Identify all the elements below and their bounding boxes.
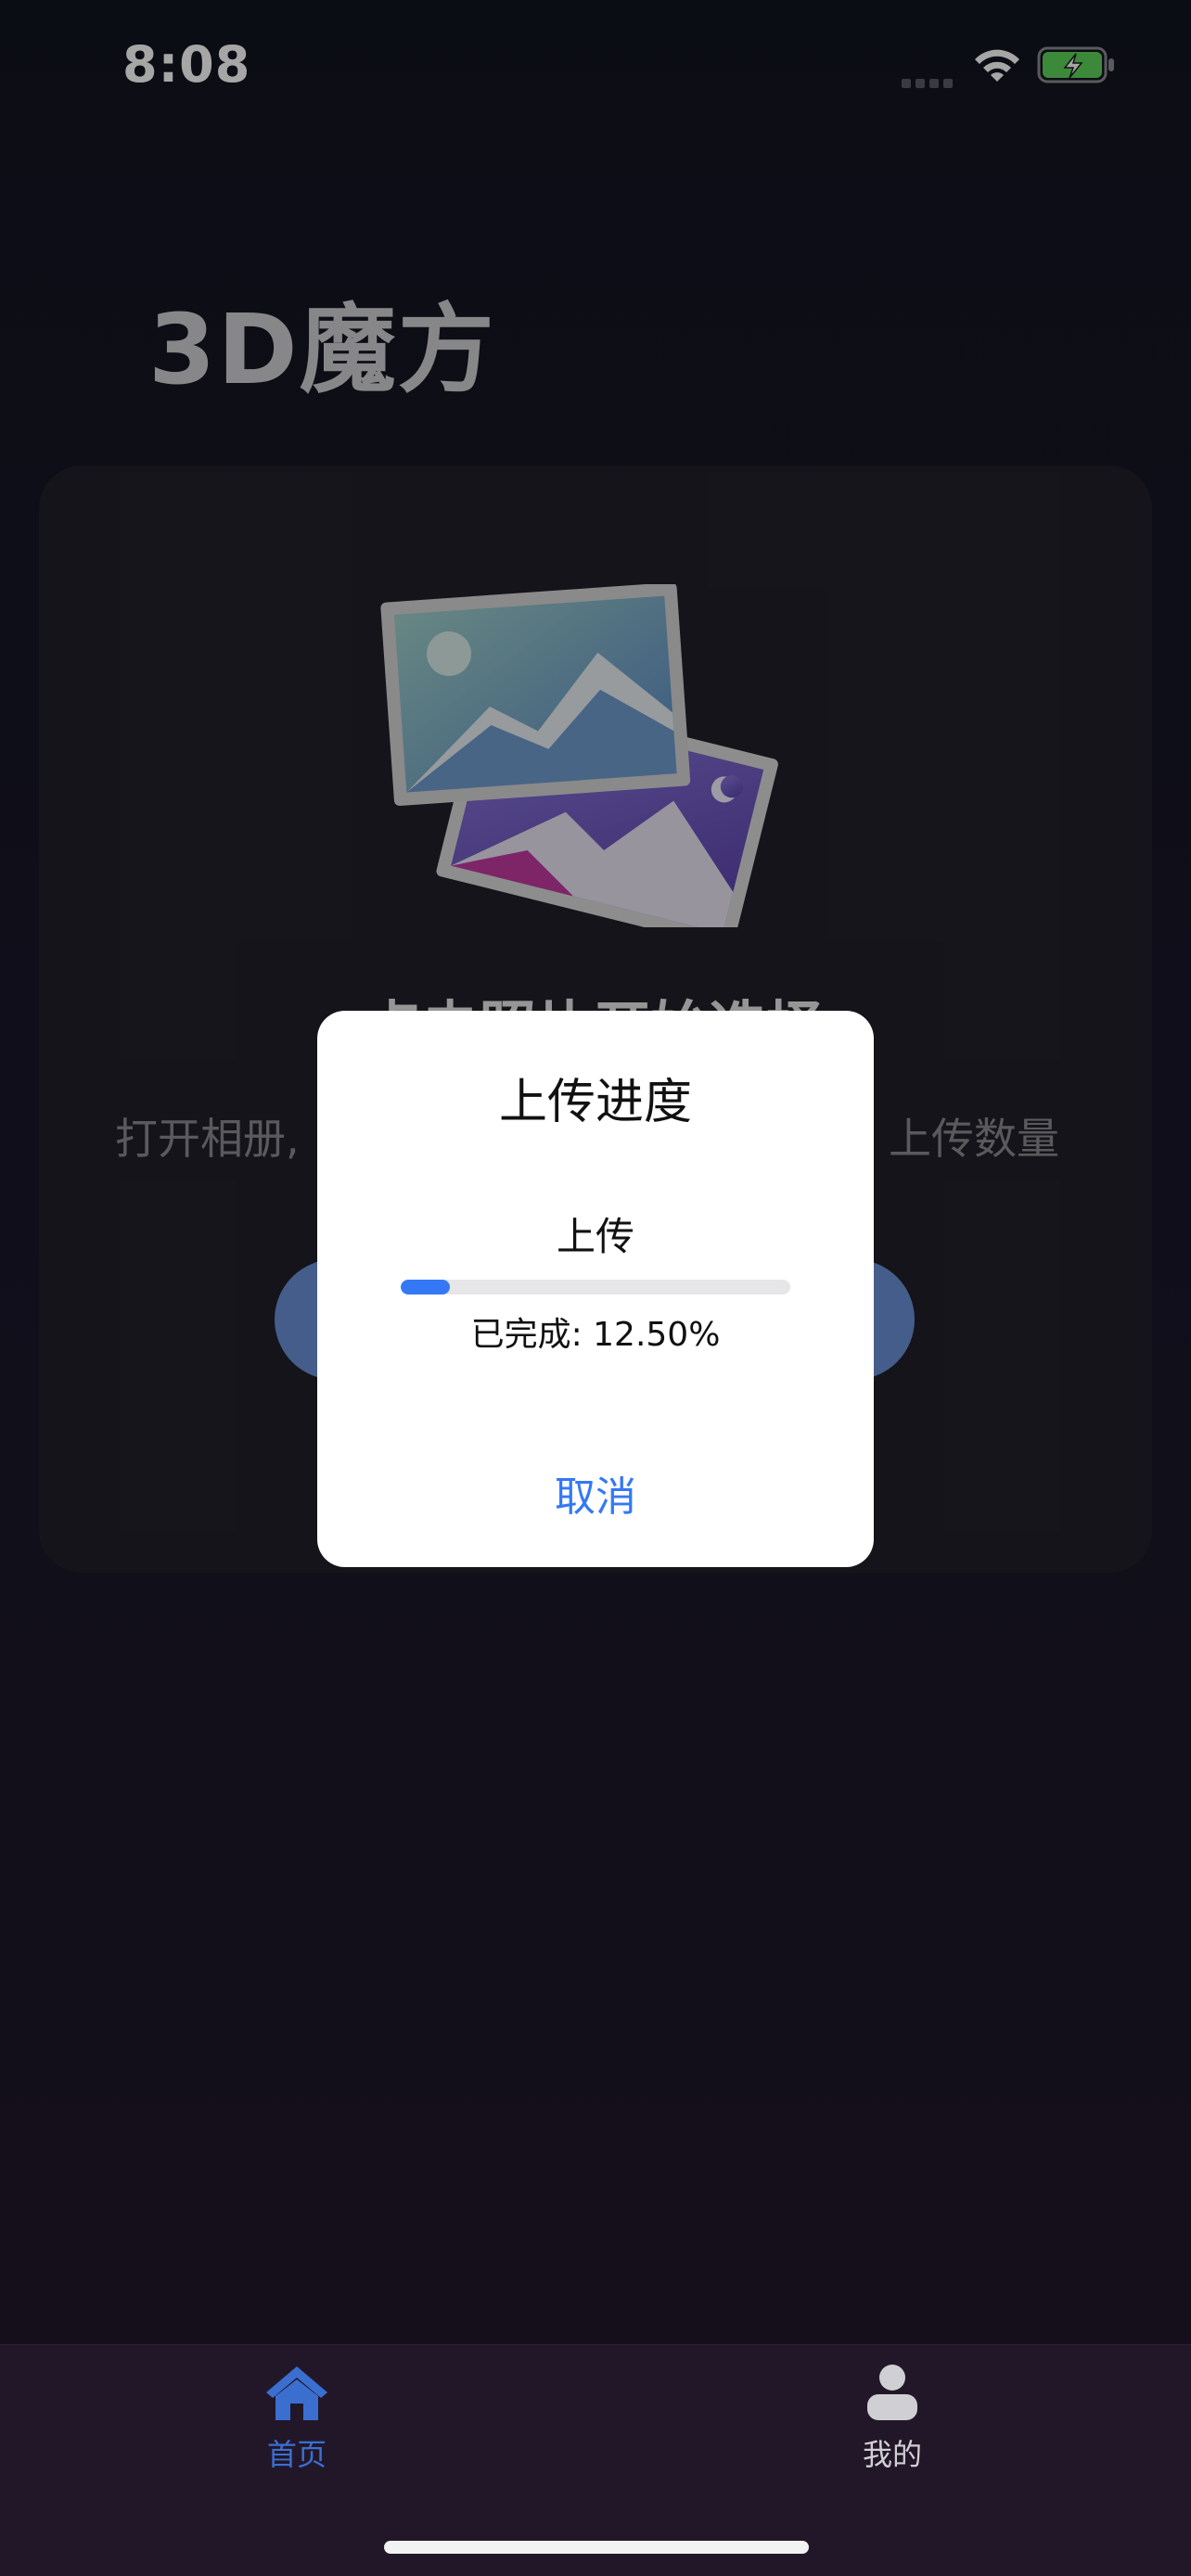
tab-home-label: 首页 [266,2437,327,2472]
upload-progress-bar [401,1280,790,1294]
cancel-button[interactable]: 取消 [503,1465,688,1530]
home-icon [266,2366,327,2420]
dialog-title: 上传进度 [498,1075,692,1130]
upload-progress-dialog: 上传进度 上传 已完成: 12.50% 取消 [317,1011,874,1567]
home-indicator [384,2541,809,2554]
person-icon [867,2365,917,2420]
upload-progress-fill [401,1280,450,1294]
tab-mine[interactable]: 我的 [827,2363,957,2483]
tab-home[interactable]: 首页 [232,2363,362,2483]
tab-mine-label: 我的 [862,2437,922,2472]
upload-label: 上传 [556,1214,634,1259]
progress-text: 已完成: 12.50% [470,1316,721,1354]
